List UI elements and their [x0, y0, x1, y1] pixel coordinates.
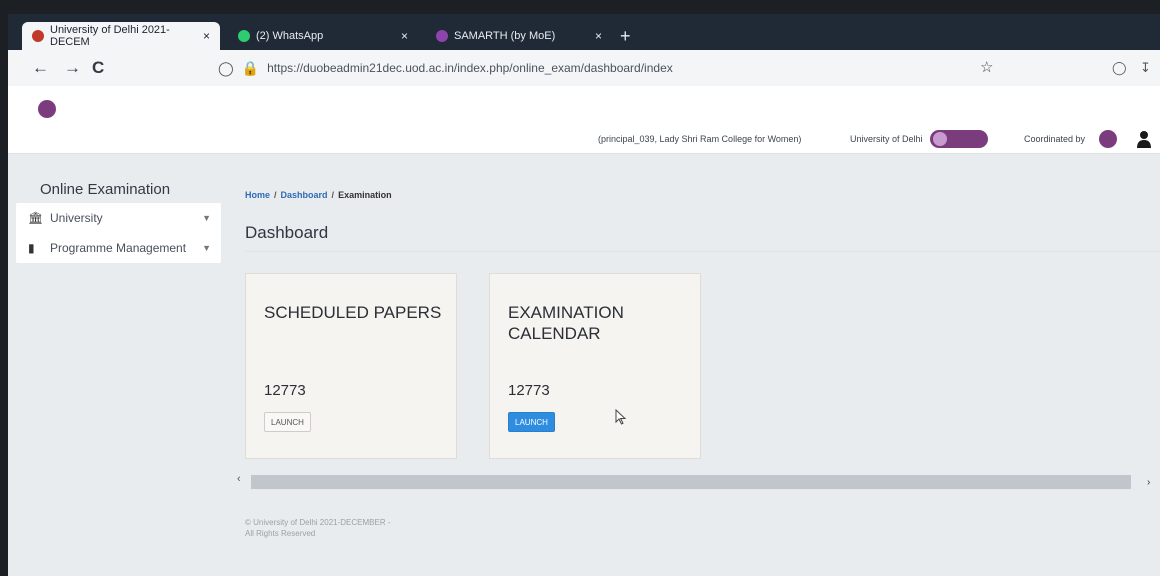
url-text: https://duobeadmin21dec.uod.ac.in/index.…	[267, 61, 673, 75]
bookmark-star-icon[interactable]: ☆	[980, 58, 993, 76]
card-count: 12773	[264, 382, 306, 399]
new-tab-button[interactable]: +	[620, 26, 631, 47]
footer-copyright: © University of Delhi 2021-DECEMBER -	[245, 518, 391, 527]
lock-icon: 🔒	[241, 59, 260, 76]
whatsapp-favicon-icon	[238, 30, 250, 42]
tab-whatsapp[interactable]: (2) WhatsApp ×	[228, 22, 418, 50]
chevron-down-icon: ▼	[202, 213, 211, 223]
download-icon[interactable]: ↧	[1140, 60, 1151, 76]
card-title: EXAMINATION CALENDAR	[508, 303, 624, 343]
close-tab-icon[interactable]: ×	[587, 29, 602, 43]
sidebar-menu: 🏛 University ▼ ▮ Programme Management ▼	[16, 203, 221, 263]
breadcrumb: Home / Dashboard / Examination	[245, 190, 392, 200]
scheduled-papers-card: SCHEDULED PAPERS 12773 LAUNCH	[245, 273, 457, 459]
scroll-right-icon[interactable]: ›	[1147, 477, 1150, 488]
book-icon: ▮	[28, 241, 35, 255]
tab-samarth[interactable]: SAMARTH (by MoE) ×	[426, 22, 612, 50]
title-divider	[245, 251, 1160, 252]
university-emblem-icon	[38, 100, 56, 118]
breadcrumb-examination: Examination	[338, 190, 392, 200]
reload-button[interactable]: C	[92, 58, 104, 78]
sidebar-item-programme-management[interactable]: ▮ Programme Management ▼	[16, 233, 221, 263]
site-header: (principal_039, Lady Shri Ram College fo…	[8, 86, 1160, 154]
user-account-icon[interactable]	[1136, 130, 1152, 148]
university-favicon-icon	[32, 30, 44, 42]
mouse-cursor-icon	[615, 409, 627, 425]
address-bar[interactable]: ◯ 🔒 https://duobeadmin21dec.uod.ac.in/in…	[218, 54, 1018, 82]
user-info: (principal_039, Lady Shri Ram College fo…	[598, 134, 802, 144]
sidebar-item-label: Programme Management	[50, 241, 187, 255]
breadcrumb-home[interactable]: Home	[245, 190, 270, 200]
university-logo[interactable]	[38, 100, 92, 118]
breadcrumb-dashboard[interactable]: Dashboard	[281, 190, 328, 200]
tab-label: SAMARTH (by MoE)	[454, 30, 556, 42]
sidebar: Online Examination 🏛 University ▼ ▮ Prog…	[8, 155, 223, 576]
card-count: 12773	[508, 382, 550, 399]
university-name: University of Delhi	[850, 134, 923, 144]
footer-rights: All Rights Reserved	[245, 529, 316, 538]
scroll-left-icon[interactable]: ‹	[237, 473, 241, 485]
launch-examination-calendar-button[interactable]: LAUNCH	[508, 412, 555, 432]
tab-university-of-delhi[interactable]: University of Delhi 2021-DECEM ×	[22, 22, 220, 50]
forward-button[interactable]: →	[64, 58, 81, 78]
browser-nav-bar: ← → C ◯ 🔒 https://duobeadmin21dec.uod.ac…	[8, 50, 1160, 86]
sidebar-title: Online Examination	[40, 181, 171, 198]
pocket-icon[interactable]: ◯	[1112, 60, 1127, 76]
browser-tab-strip: University of Delhi 2021-DECEM × (2) Wha…	[8, 14, 1160, 50]
footer: © University of Delhi 2021-DECEMBER - Al…	[245, 517, 391, 539]
screen: University of Delhi 2021-DECEM × (2) Wha…	[8, 14, 1160, 576]
coordinated-by-label: Coordinated by	[1024, 134, 1086, 144]
card-title: SCHEDULED PAPERS	[264, 303, 442, 322]
close-tab-icon[interactable]: ×	[393, 29, 408, 43]
university-icon: 🏛	[28, 211, 44, 225]
chevron-down-icon: ▼	[202, 243, 211, 253]
tab-label: (2) WhatsApp	[256, 30, 324, 42]
examination-calendar-card: EXAMINATION CALENDAR 12773 LAUNCH	[489, 273, 701, 459]
tab-label: University of Delhi 2021-DECEM	[50, 24, 170, 48]
shield-icon: ◯	[218, 59, 234, 76]
page-title: Dashboard	[245, 223, 329, 242]
sidebar-item-university[interactable]: 🏛 University ▼	[16, 203, 221, 233]
coordinator-logo-icon	[1099, 130, 1117, 148]
launch-scheduled-papers-button[interactable]: LAUNCH	[264, 412, 311, 432]
close-tab-icon[interactable]: ×	[195, 29, 210, 43]
samarth-favicon-icon	[436, 30, 448, 42]
university-emblem-badge	[930, 130, 988, 148]
main-content: Home / Dashboard / Examination Dashboard SCH…	[223, 155, 1160, 576]
sidebar-item-label: University	[50, 211, 103, 225]
back-button[interactable]: ←	[32, 58, 49, 78]
horizontal-scrollbar[interactable]	[251, 475, 1131, 489]
